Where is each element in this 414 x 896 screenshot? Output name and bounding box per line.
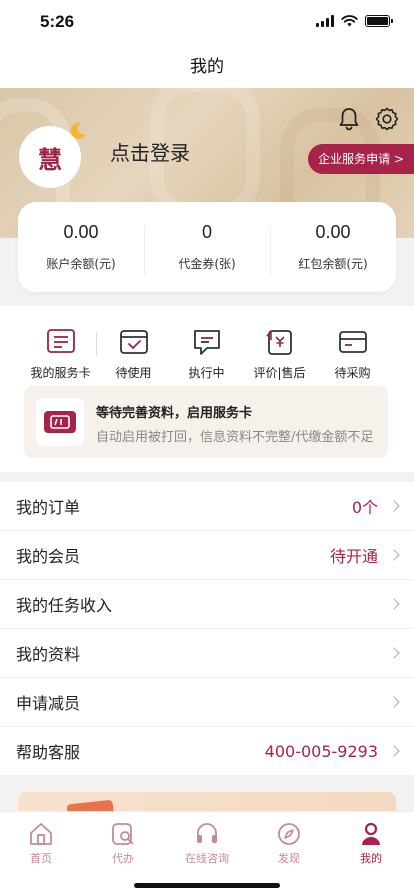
profile-icon (362, 822, 380, 845)
chevron-right-icon (388, 696, 400, 708)
avatar[interactable]: 慧 (19, 122, 86, 188)
chevron-right-icon (388, 598, 400, 610)
service-label: 待采购 (334, 366, 371, 380)
tab-label: 在线咨询 (185, 852, 229, 865)
menu-value: 待开通 (329, 547, 378, 566)
menu-list: 我的订单 0个 我的会员 待开通 我的任务收入 我的资料 申请减员 帮助客服 4… (0, 482, 414, 776)
bell-icon[interactable] (336, 106, 362, 132)
chevron-right-icon (388, 647, 400, 659)
nav-bar: 我的 (0, 46, 414, 88)
enterprise-service-button[interactable]: 企业服务申请 > (308, 144, 414, 174)
login-link[interactable]: 点击登录 (110, 137, 190, 166)
wallet-value: 0.00 (315, 222, 351, 242)
tab-label: 发现 (278, 852, 300, 865)
home-indicator (134, 883, 280, 888)
avatar-logo: 慧 (38, 145, 62, 174)
service-label: 评价|售后 (253, 366, 306, 380)
hotline-number: 400-005-9293 (264, 741, 378, 761)
service-card-notice[interactable]: 等待完善资料，启用服务卡 自动启用被打回，信息资料不完整/代缴金额不足 (24, 386, 388, 458)
chevron-right-icon (388, 745, 400, 757)
home-icon (30, 823, 52, 845)
wallet-label: 账户余额(元) (46, 257, 116, 271)
service-card-icon (46, 329, 75, 353)
after-sales-icon (265, 330, 292, 355)
menu-label: 我的会员 (16, 547, 81, 566)
service-my-cards[interactable]: 我的服务卡 (24, 328, 97, 381)
chevron-right-icon (388, 549, 400, 561)
service-pending-purchase[interactable]: 待采购 (316, 328, 389, 381)
pending-use-icon (119, 330, 148, 354)
compass-icon (278, 823, 300, 845)
menu-my-membership[interactable]: 我的会员 待开通 (0, 531, 414, 580)
menu-task-income[interactable]: 我的任务收入 (0, 580, 414, 629)
in-progress-icon (193, 330, 220, 355)
wallet-value: 0.00 (63, 222, 99, 242)
wallet-balance[interactable]: 0.00 账户余额(元) (18, 222, 144, 272)
pending-purchase-icon (338, 331, 367, 353)
menu-value: 0个 (351, 498, 378, 517)
wallet-value: 0 (201, 222, 212, 242)
signal-icon (316, 15, 334, 27)
wallet-red-packet[interactable]: 0.00 红包余额(元) (270, 222, 396, 276)
gear-icon[interactable] (374, 106, 400, 132)
menu-label: 我的订单 (16, 498, 81, 517)
chevron-right-icon (388, 500, 400, 512)
tab-discover[interactable]: 发现 (248, 820, 330, 866)
menu-label: 我的任务收入 (16, 596, 113, 615)
tab-mine[interactable]: 我的 (330, 820, 412, 866)
tab-home[interactable]: 首页 (0, 820, 82, 866)
battery-icon (365, 15, 393, 27)
status-time: 5:26 (40, 12, 75, 31)
wallet-label: 代金券(张) (178, 257, 236, 271)
menu-help-service[interactable]: 帮助客服 400-005-9293 (0, 727, 414, 776)
status-bar: 5:26 (0, 0, 414, 46)
moon-icon (70, 122, 86, 139)
menu-my-profile[interactable]: 我的资料 (0, 629, 414, 678)
service-in-progress[interactable]: 执行中 (170, 328, 243, 381)
menu-label: 我的资料 (16, 645, 81, 664)
menu-my-orders[interactable]: 我的订单 0个 (0, 482, 414, 531)
tab-agent[interactable]: 代办 (82, 820, 164, 866)
tab-online-consult[interactable]: 在线咨询 (166, 820, 248, 866)
service-after-sales[interactable]: 评价|售后 (243, 328, 316, 381)
wifi-icon (341, 15, 358, 27)
service-label: 我的服务卡 (30, 366, 91, 380)
notice-icon (36, 398, 84, 446)
status-icons (316, 15, 393, 27)
tab-label: 首页 (30, 852, 52, 865)
service-section: 我的服务卡 待使用 执行中 评价|售后 待采购 等待完善资料，启用服务卡 自动启… (0, 306, 414, 472)
service-shortcuts: 我的服务卡 待使用 执行中 评价|售后 待采购 (0, 328, 414, 381)
wallet-label: 红包余额(元) (298, 257, 368, 271)
card-icon (44, 411, 76, 433)
wallet-card: 0.00 账户余额(元) 0 代金券(张) 0.00 红包余额(元) (18, 202, 396, 292)
service-label: 执行中 (188, 366, 225, 380)
notice-title: 等待完善资料，启用服务卡 (96, 406, 253, 421)
headset-icon (197, 823, 217, 843)
menu-label: 申请减员 (16, 694, 81, 713)
service-label: 待使用 (115, 366, 152, 380)
tab-label: 我的 (360, 852, 382, 865)
service-pending-use[interactable]: 待使用 (97, 328, 170, 381)
tab-label: 代办 (112, 852, 134, 865)
tab-bar: 首页 代办 在线咨询 发现 我的 (0, 811, 414, 896)
menu-label: 帮助客服 (16, 743, 81, 762)
page-title: 我的 (190, 57, 224, 77)
agent-search-icon (112, 823, 134, 845)
wallet-vouchers[interactable]: 0 代金券(张) (144, 222, 270, 276)
notice-description: 自动启用被打回，信息资料不完整/代缴金额不足 (96, 430, 374, 445)
menu-reduce-staff[interactable]: 申请减员 (0, 678, 414, 727)
